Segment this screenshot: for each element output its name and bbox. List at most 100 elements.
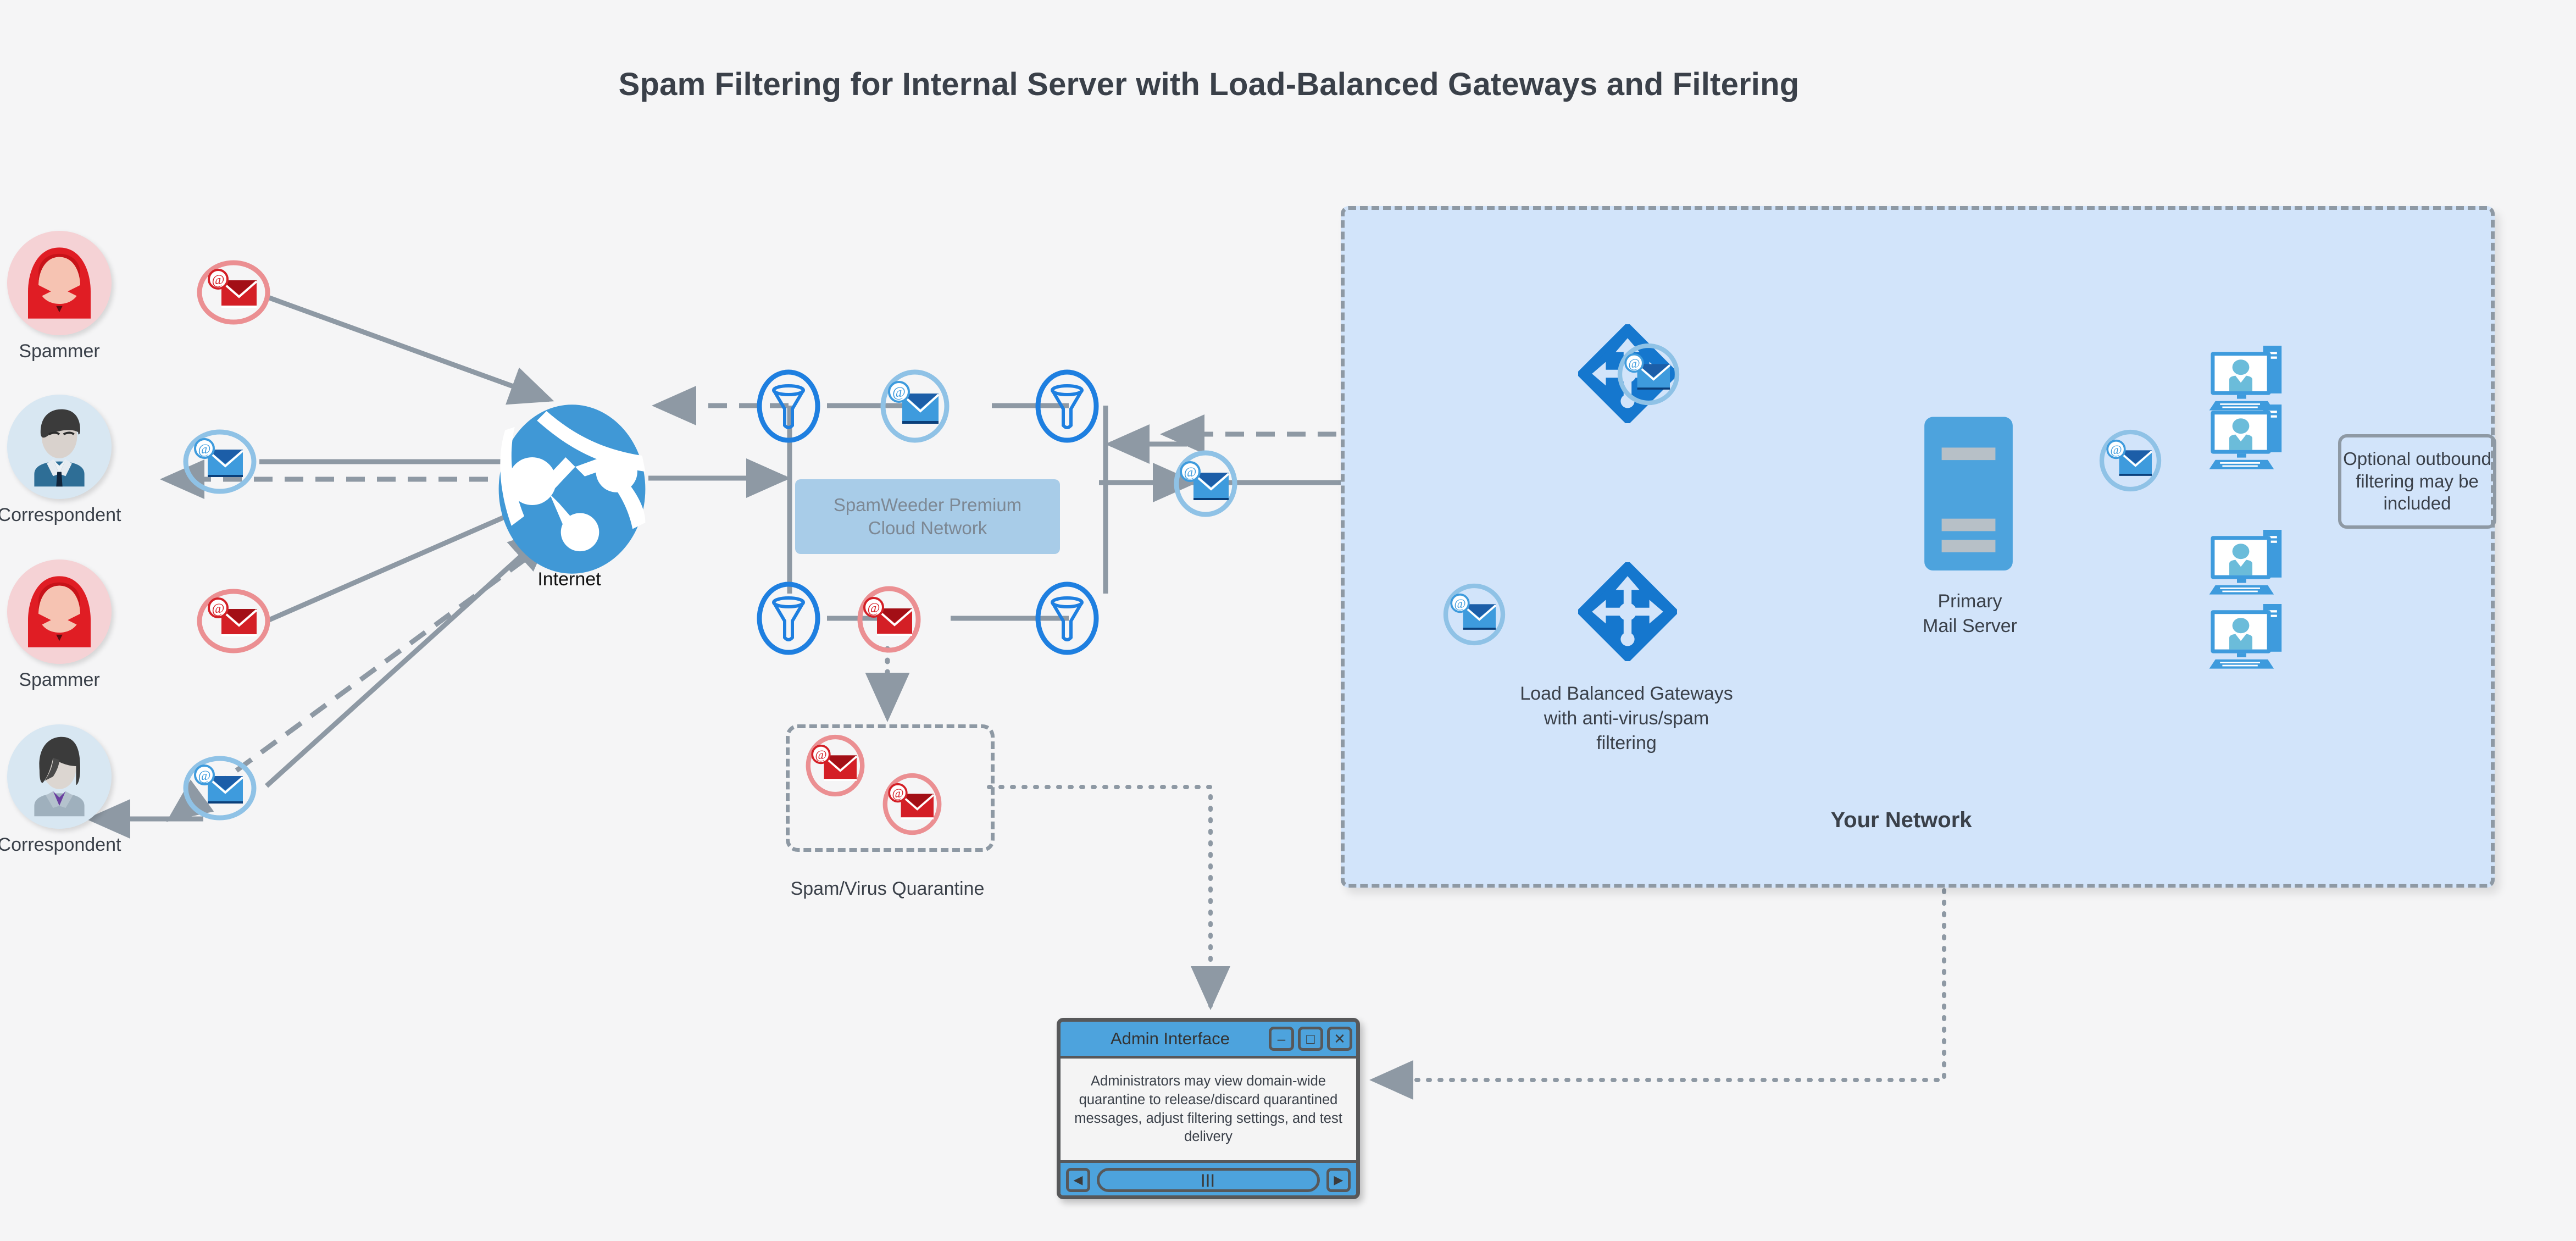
- svg-text:@: @: [892, 384, 906, 400]
- gateways-caption-line-1: Load Balanced Gateways: [1520, 683, 1733, 704]
- gateway-lower[interactable]: [1577, 561, 1678, 664]
- client-workstation-2[interactable]: [2198, 397, 2291, 477]
- quarantined-mail-1[interactable]: @: [800, 734, 871, 800]
- red-envelope-at-icon: @: [882, 773, 942, 835]
- client-workstation-4[interactable]: [2198, 596, 2291, 676]
- cloud-spam-mail[interactable]: @: [851, 585, 928, 656]
- primary-mail-server[interactable]: [1920, 415, 2017, 577]
- blue-envelope-at-icon: @: [1617, 343, 1680, 406]
- router-diamond-icon: [1577, 561, 1678, 662]
- close-button[interactable]: ✕: [1327, 1027, 1352, 1051]
- sender-label: Spammer: [19, 341, 100, 362]
- mail-server-caption-line-1: Primary: [1937, 591, 2002, 612]
- funnel-filter-icon: [757, 369, 820, 443]
- svg-text:@: @: [198, 768, 210, 783]
- desktop-user-icon: [2209, 530, 2282, 595]
- scrollbar-grip[interactable]: |||: [1201, 1172, 1215, 1188]
- svg-text:@: @: [212, 601, 224, 616]
- spamweeder-cloud-band: SpamWeeder Premium Cloud Network: [795, 479, 1060, 554]
- blue-envelope-at-icon: @: [1174, 450, 1237, 517]
- avatar: [7, 231, 112, 335]
- hooded-spammer-icon: [28, 247, 91, 319]
- blue-envelope-at-icon: @: [2099, 429, 2162, 492]
- filter-top-right[interactable]: [1029, 369, 1106, 446]
- internet-node[interactable]: [492, 401, 652, 580]
- svg-text:@: @: [1184, 465, 1196, 480]
- scroll-left-button[interactable]: ◀: [1066, 1167, 1090, 1192]
- blue-envelope-at-icon: @: [880, 369, 950, 443]
- spam-mail-badge-2[interactable]: @: [195, 587, 272, 658]
- male-correspondent-icon: [34, 409, 85, 487]
- sender-correspondent-2[interactable]: Correspondent: [0, 724, 125, 856]
- your-network-label: Your Network: [1830, 808, 1972, 832]
- internet-label: Internet: [537, 569, 601, 590]
- maximize-button[interactable]: □: [1298, 1027, 1323, 1051]
- filter-top-left[interactable]: [750, 369, 827, 446]
- svg-text:@: @: [1628, 357, 1640, 371]
- gateway-outbound-mail[interactable]: @: [1613, 340, 1684, 412]
- svg-text:@: @: [892, 786, 903, 801]
- svg-text:@: @: [815, 748, 826, 762]
- cloud-network-mail-hub[interactable]: @: [1167, 450, 1244, 520]
- diagram-canvas: Spam Filtering for Internal Server with …: [0, 0, 2576, 1241]
- blue-envelope-at-icon: @: [1443, 583, 1506, 646]
- red-envelope-at-icon: @: [806, 734, 865, 797]
- avatar: [7, 724, 112, 829]
- svg-text:@: @: [867, 601, 880, 616]
- avatar: [7, 395, 112, 499]
- gateways-caption: Load Balanced Gateways with anti-virus/s…: [1489, 682, 1764, 756]
- desktop-user-icon: [2209, 604, 2282, 669]
- funnel-filter-icon: [1035, 369, 1099, 443]
- server-tower-icon: [1924, 417, 2013, 571]
- funnel-filter-icon: [757, 581, 820, 655]
- blue-envelope-at-icon: @: [183, 756, 257, 821]
- mail-server-caption-line-2: Mail Server: [1923, 616, 2017, 637]
- sender-spammer-1[interactable]: Spammer: [0, 231, 125, 362]
- svg-text:@: @: [198, 442, 210, 457]
- red-envelope-at-icon: @: [857, 586, 921, 653]
- cloud-good-mail[interactable]: @: [874, 369, 956, 446]
- minimize-button[interactable]: –: [1269, 1027, 1294, 1051]
- spamweeder-line-2: Cloud Network: [868, 518, 987, 538]
- filter-bottom-right[interactable]: [1029, 581, 1106, 658]
- gateways-caption-line-2: with anti-virus/spam: [1544, 708, 1709, 729]
- svg-text:@: @: [1454, 597, 1465, 611]
- funnel-filter-icon: [1035, 581, 1099, 655]
- client-delivery-mail[interactable]: @: [2095, 426, 2166, 498]
- sender-spammer-2[interactable]: Spammer: [0, 559, 125, 691]
- desktop-user-icon: [2209, 405, 2282, 469]
- good-mail-badge-2[interactable]: @: [181, 754, 258, 825]
- hooded-spammer-icon: [28, 576, 91, 647]
- svg-text:@: @: [212, 273, 224, 287]
- filter-bottom-left[interactable]: [750, 581, 827, 658]
- quarantined-mail-2[interactable]: @: [876, 772, 948, 839]
- admin-window-body: Administrators may view domain-wide quar…: [1061, 1059, 1356, 1160]
- spam-mail-badge-1[interactable]: @: [195, 258, 272, 329]
- red-envelope-at-icon: @: [197, 589, 270, 653]
- scrollbar-track[interactable]: |||: [1097, 1167, 1320, 1192]
- admin-interface-window[interactable]: Admin Interface – □ ✕ Administrators may…: [1057, 1018, 1360, 1199]
- avatar: [7, 559, 112, 664]
- mail-server-caption: Primary Mail Server: [1863, 589, 2077, 639]
- quarantine-label: Spam/Virus Quarantine: [790, 878, 985, 899]
- admin-titlebar: Admin Interface – □ ✕: [1061, 1022, 1356, 1059]
- sender-label: Spammer: [19, 669, 100, 690]
- blue-envelope-at-icon: @: [183, 429, 257, 494]
- good-mail-badge-1[interactable]: @: [181, 428, 258, 498]
- admin-scrollbar[interactable]: ◀ ||| ▶: [1061, 1160, 1356, 1195]
- spamweeder-line-1: SpamWeeder Premium: [833, 494, 1022, 515]
- scroll-right-button[interactable]: ▶: [1326, 1167, 1351, 1192]
- gateways-caption-line-3: filtering: [1596, 733, 1657, 754]
- sender-label: Correspondent: [0, 834, 121, 855]
- client-workstation-3[interactable]: [2198, 522, 2291, 602]
- red-envelope-at-icon: @: [197, 260, 270, 325]
- your-network-region: [1341, 206, 2495, 888]
- optional-outbound-note: Optional outbound filtering may be inclu…: [2338, 434, 2496, 529]
- sender-correspondent-1[interactable]: Correspondent: [0, 395, 125, 526]
- svg-text:@: @: [2110, 443, 2122, 457]
- female-correspondent-icon: [34, 736, 85, 817]
- admin-window-title: Admin Interface: [1110, 1029, 1230, 1048]
- gateway-inbound-mail[interactable]: @: [1439, 580, 1510, 652]
- sender-label: Correspondent: [0, 505, 121, 525]
- globe-network-icon: [498, 405, 646, 574]
